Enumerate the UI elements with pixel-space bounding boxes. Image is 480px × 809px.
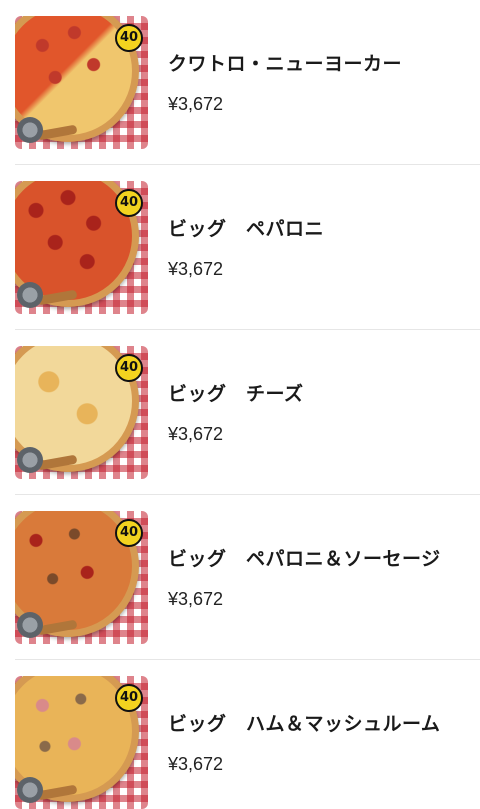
pizza-thumbnail: 40 xyxy=(15,510,148,644)
size-badge: 40 xyxy=(115,683,143,712)
pizza-thumbnail: 40 xyxy=(15,345,148,479)
item-price: ¥3,672 xyxy=(168,259,224,279)
menu-item-big-ham-mushroom[interactable]: 40 ビッグ ハム＆マッシュルーム ¥3,672 xyxy=(0,660,480,809)
item-name: ビッグ ハム＆マッシュルーム xyxy=(168,713,441,735)
size-badge: 40 xyxy=(115,188,143,217)
pizza-thumbnail: 40 xyxy=(15,675,148,809)
pizza-cutter-icon xyxy=(17,776,43,803)
item-name: ビッグ チーズ xyxy=(168,383,304,405)
pizza-cutter-icon xyxy=(17,116,43,143)
menu-item-big-pepperoni[interactable]: 40 ビッグ ペパロニ ¥3,672 xyxy=(0,165,480,330)
item-price: ¥3,672 xyxy=(168,754,224,774)
item-price: ¥3,672 xyxy=(168,424,224,444)
size-badge: 40 xyxy=(115,518,143,547)
pizza-thumbnail: 40 xyxy=(15,180,148,314)
item-price: ¥3,672 xyxy=(168,589,224,609)
menu-list: 40 クワトロ・ニューヨーカー ¥3,672 40 ビッグ ペパロニ ¥3,67… xyxy=(0,0,480,809)
pizza-cutter-icon xyxy=(17,281,43,308)
pizza-cutter-icon xyxy=(17,611,43,638)
size-badge: 40 xyxy=(115,23,143,52)
menu-item-quattro-new-yorker[interactable]: 40 クワトロ・ニューヨーカー ¥3,672 xyxy=(0,0,480,165)
size-badge: 40 xyxy=(115,353,143,382)
item-price: ¥3,672 xyxy=(168,94,224,114)
menu-item-big-pepperoni-sausage[interactable]: 40 ビッグ ペパロニ＆ソーセージ ¥3,672 xyxy=(0,495,480,660)
item-name: ビッグ ペパロニ＆ソーセージ xyxy=(168,548,441,570)
pizza-cutter-icon xyxy=(17,446,43,473)
menu-item-big-cheese[interactable]: 40 ビッグ チーズ ¥3,672 xyxy=(0,330,480,495)
item-name: ビッグ ペパロニ xyxy=(168,218,325,240)
item-name: クワトロ・ニューヨーカー xyxy=(168,53,403,75)
pizza-thumbnail: 40 xyxy=(15,15,148,149)
